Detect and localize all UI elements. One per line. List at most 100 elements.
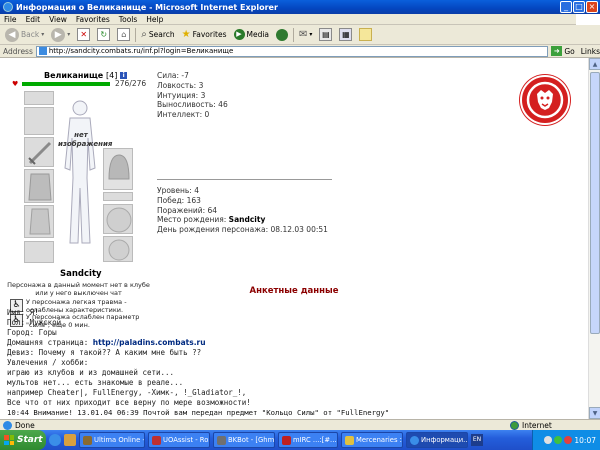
task-label: Mercenaries : ... bbox=[356, 436, 402, 444]
start-button[interactable]: Start bbox=[0, 430, 46, 450]
task-bkbot[interactable]: BKBot - [Ghm... bbox=[213, 432, 275, 448]
ie-quicklaunch-icon[interactable] bbox=[49, 434, 61, 446]
menu-edit[interactable]: Edit bbox=[26, 15, 41, 24]
go-button[interactable]: ➜ Go bbox=[551, 46, 575, 56]
task-mercenaries[interactable]: Mercenaries : ... bbox=[341, 432, 403, 448]
helmet-slot-icon[interactable] bbox=[24, 91, 54, 105]
info-icon[interactable]: i bbox=[120, 72, 128, 79]
gloves-slot-icon[interactable] bbox=[24, 241, 54, 263]
address-input[interactable]: http://sandcity.combats.ru/inf.pl?login=… bbox=[35, 45, 549, 57]
messenger-button[interactable] bbox=[357, 28, 374, 41]
back-button[interactable]: ◀ Back ▾ bbox=[3, 27, 46, 42]
app-icon bbox=[282, 435, 291, 445]
back-label: Back bbox=[21, 30, 40, 39]
status-text: Done bbox=[15, 420, 35, 430]
weapon-slot-icon[interactable] bbox=[24, 137, 54, 167]
search-button[interactable]: ⌕ Search bbox=[139, 29, 176, 40]
address-url: http://sandcity.combats.ru/inf.pl?login=… bbox=[48, 47, 234, 55]
vertical-scrollbar[interactable]: ▲ ▼ bbox=[588, 58, 600, 419]
homepage-label: Домашняя страница: bbox=[7, 338, 93, 347]
refresh-button[interactable]: ↻ bbox=[95, 28, 112, 41]
dropdown-icon: ▾ bbox=[41, 31, 45, 38]
network-icon[interactable] bbox=[554, 436, 563, 444]
links-button[interactable]: Links bbox=[581, 47, 600, 56]
dropdown-icon: ▾ bbox=[309, 31, 313, 38]
go-label: Go bbox=[564, 46, 575, 56]
chat-message: 10:44 Внимание! 13.01.04 06:39 Почтой ва… bbox=[7, 408, 390, 417]
home-button[interactable]: ⌂ bbox=[115, 28, 132, 41]
character-figure-icon bbox=[64, 100, 96, 244]
stat-endurance: Выносливость: 46 bbox=[157, 100, 228, 110]
history-button[interactable] bbox=[274, 28, 290, 41]
hp-value: 276/276 bbox=[115, 79, 147, 88]
windows-logo-icon bbox=[576, 14, 600, 25]
profile-name: Имя: Я! bbox=[7, 308, 39, 317]
task-info[interactable]: Информаци... bbox=[406, 432, 468, 448]
menu-file[interactable]: File bbox=[4, 15, 17, 24]
hp-bar bbox=[22, 82, 110, 86]
app-icon bbox=[345, 435, 354, 445]
zone-label: Internet bbox=[522, 421, 552, 430]
armor-icon bbox=[29, 208, 51, 235]
maximize-button[interactable]: □ bbox=[573, 1, 585, 13]
go-arrow-icon: ➜ bbox=[551, 46, 563, 56]
stop-button[interactable]: ✕ bbox=[75, 28, 92, 41]
profile-city: Город: Горы bbox=[7, 328, 57, 337]
task-mirc[interactable]: mIRC ...:[#... bbox=[278, 432, 338, 448]
forward-arrow-icon: ▶ bbox=[51, 27, 66, 42]
stats-divider bbox=[157, 179, 332, 180]
language-indicator[interactable]: EN bbox=[471, 434, 483, 446]
belt-slot-icon[interactable] bbox=[24, 205, 54, 238]
lion-icon bbox=[526, 81, 564, 119]
menu-view[interactable]: View bbox=[49, 15, 67, 24]
earring-slot-icon[interactable] bbox=[24, 107, 54, 135]
scroll-down-icon[interactable]: ▼ bbox=[589, 407, 600, 419]
necklace-slot-icon[interactable] bbox=[103, 192, 133, 201]
stat-birthday: День рождения персонажа: 08.12.03 00:51 bbox=[157, 225, 328, 235]
clock[interactable]: 10:07 bbox=[574, 436, 596, 445]
task-ultima[interactable]: Ultima Online - ... bbox=[79, 432, 145, 448]
home-icon: ⌂ bbox=[117, 28, 131, 41]
forward-button[interactable]: ▶ ▾ bbox=[49, 27, 72, 42]
task-label: UOAssist - Ro... bbox=[163, 436, 210, 444]
task-uoassist[interactable]: UOAssist - Ro... bbox=[148, 432, 210, 448]
back-arrow-icon: ◀ bbox=[5, 27, 19, 42]
favorites-button[interactable]: ★ Favorites bbox=[180, 29, 229, 40]
media-button[interactable]: ▶ Media bbox=[232, 29, 272, 40]
stop-icon: ✕ bbox=[77, 28, 91, 41]
stat-level: Уровень: 4 bbox=[157, 186, 199, 195]
print-button[interactable]: ▤ bbox=[317, 28, 334, 41]
stat-strength: Сила: -7 bbox=[157, 71, 189, 80]
menu-help[interactable]: Help bbox=[146, 15, 163, 24]
profile-homepage: Домашняя страница: http://paladins.comba… bbox=[7, 338, 251, 348]
volume-icon[interactable] bbox=[544, 436, 553, 444]
profile-block: Имя: Я! Пол: Мужской Город: Горы Домашня… bbox=[7, 308, 251, 408]
shield-slot-icon[interactable] bbox=[103, 204, 133, 234]
scroll-up-icon[interactable]: ▲ bbox=[589, 58, 600, 70]
scroll-thumb[interactable] bbox=[590, 72, 600, 334]
tray-app-icon[interactable] bbox=[564, 436, 573, 444]
helmet-slot-icon[interactable] bbox=[103, 148, 133, 190]
shield-icon bbox=[106, 207, 132, 233]
minimize-button[interactable]: _ bbox=[560, 1, 572, 13]
page-content: Великанище [4] i ♥ 276/276 нет изображен… bbox=[0, 58, 588, 419]
page-icon bbox=[38, 47, 47, 55]
close-button[interactable]: × bbox=[586, 1, 598, 13]
mail-button[interactable]: ✉ ▾ bbox=[297, 29, 314, 40]
menu-bar: File Edit View Favorites Tools Help bbox=[0, 14, 600, 25]
menu-tools[interactable]: Tools bbox=[119, 15, 137, 24]
boots-slot-icon[interactable] bbox=[103, 236, 133, 262]
task-label: Информаци... bbox=[421, 436, 468, 444]
menu-favorites[interactable]: Favorites bbox=[76, 15, 110, 24]
stat-birthplace: Место рождения: Sandcity bbox=[157, 215, 328, 225]
clan-emblem-icon[interactable] bbox=[520, 75, 570, 125]
favorites-label: Favorites bbox=[192, 30, 227, 39]
helmet-icon bbox=[108, 154, 130, 180]
title-bar[interactable]: Информация о Великанище - Microsoft Inte… bbox=[0, 0, 600, 14]
profile-hobby-line: мультов нет... есть знакомые в реале... bbox=[7, 378, 184, 387]
profile-gender: Пол: Мужской bbox=[7, 318, 62, 327]
armor-slot-icon[interactable] bbox=[24, 169, 54, 203]
homepage-link[interactable]: http://paladins.combats.ru bbox=[93, 338, 206, 347]
folder-quicklaunch-icon[interactable] bbox=[64, 434, 76, 446]
edit-button[interactable]: ▦ bbox=[337, 28, 354, 41]
